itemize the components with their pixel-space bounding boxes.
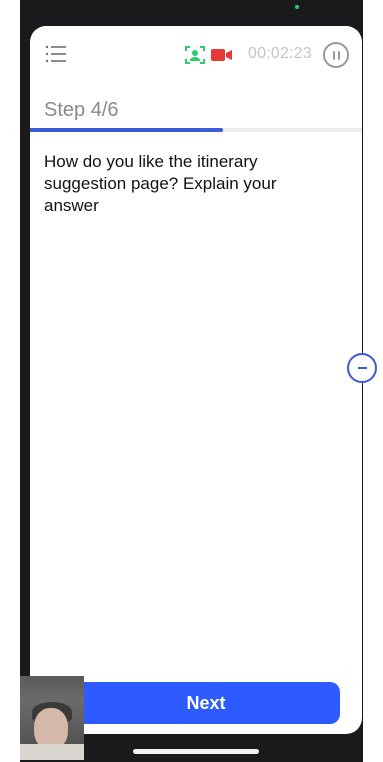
face-frame-icon [185, 46, 205, 64]
camera-indicator-dot [295, 5, 299, 9]
video-camera-icon [211, 49, 232, 61]
webcam-shoulder [20, 744, 84, 760]
recording-status [185, 44, 233, 66]
pause-circle-icon[interactable] [323, 42, 349, 68]
minus-circle-icon[interactable] [347, 353, 377, 383]
task-card: 00:02:23 Step 4/6 How do you like the it… [30, 26, 362, 734]
list-icon[interactable] [45, 43, 67, 65]
question-text: How do you like the itinerary suggestion… [44, 152, 277, 215]
recording-timer: 00:02:23 [248, 45, 312, 62]
pause-bar [332, 50, 335, 60]
step-progress-bar [30, 128, 362, 132]
step-label: Step 4/6 [44, 99, 119, 121]
step-progress-fill [30, 128, 223, 132]
minus-bar [358, 367, 367, 369]
next-button[interactable]: Next [72, 682, 340, 724]
pause-bar [337, 50, 340, 60]
home-indicator[interactable] [133, 749, 259, 754]
webcam-preview [20, 676, 84, 760]
